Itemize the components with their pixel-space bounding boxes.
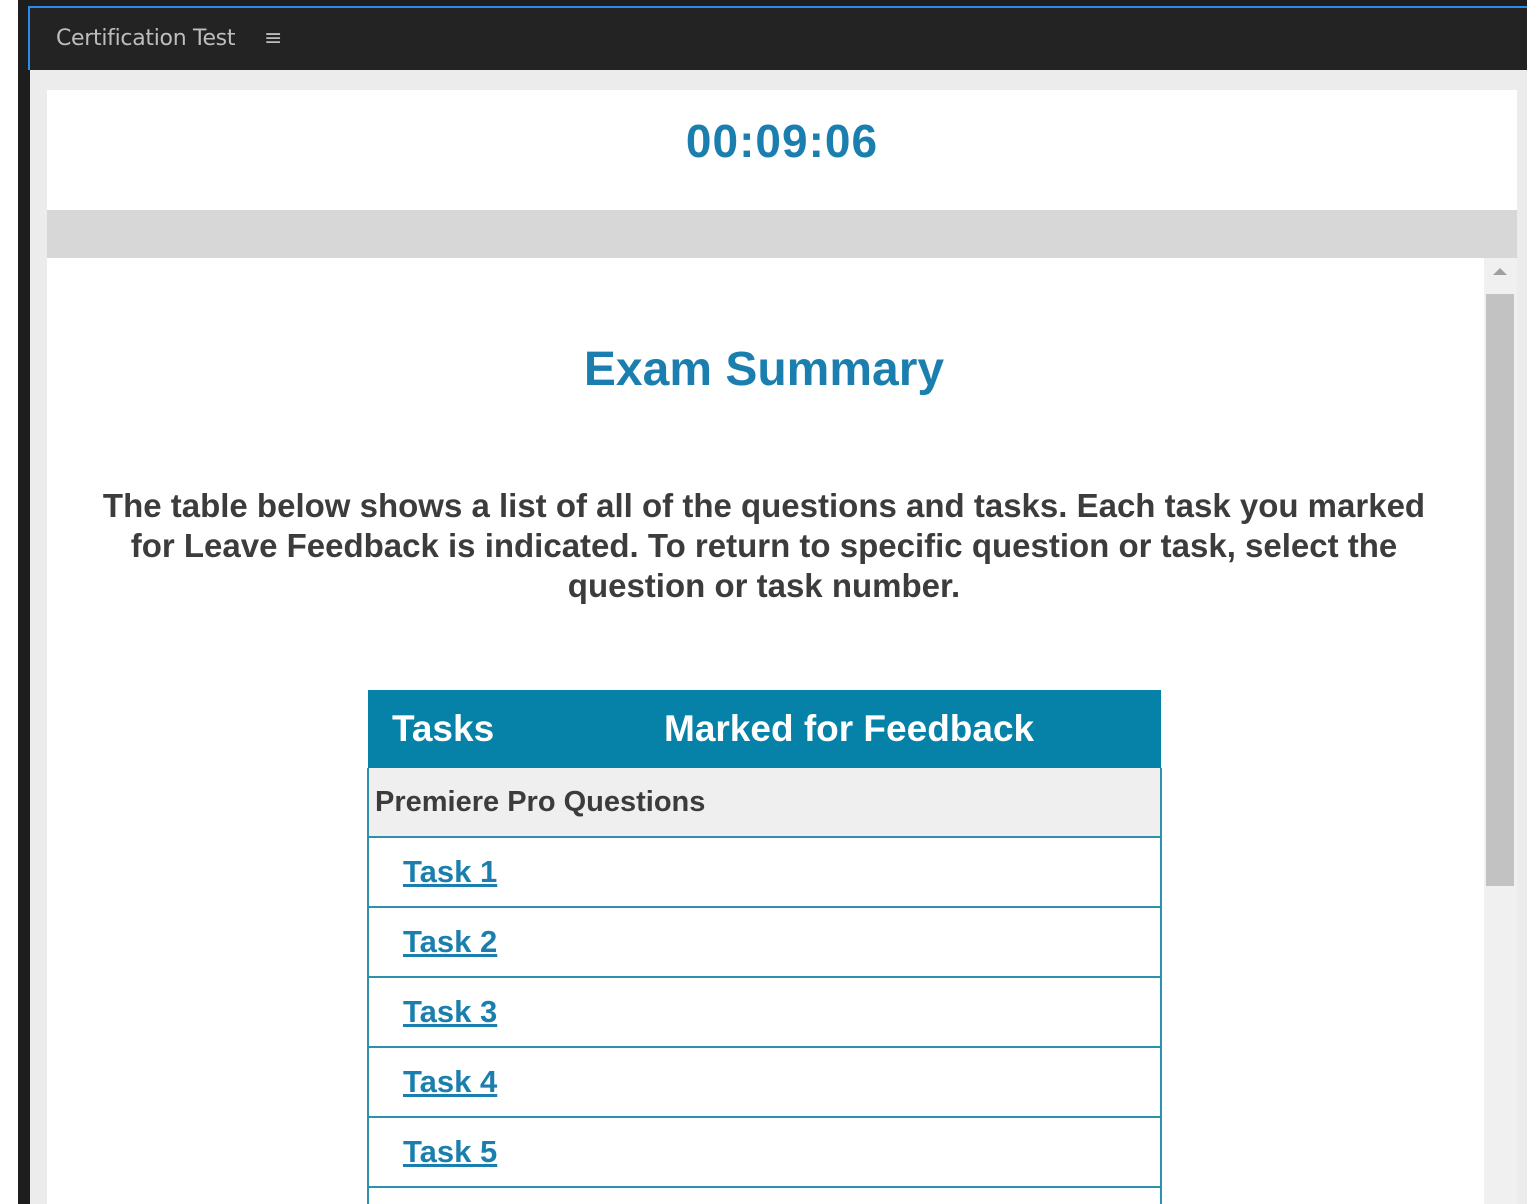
- hamburger-menu-icon[interactable]: ≡: [264, 28, 282, 50]
- scroll-up-arrow-icon[interactable]: [1493, 268, 1507, 275]
- section-label: Premiere Pro Questions: [367, 768, 1162, 838]
- certification-window: Certification Test ≡ 00:09:06 Exam Summa…: [18, 0, 1527, 1204]
- task-4-link[interactable]: Task 4: [403, 1064, 497, 1100]
- panel-titlebar: Certification Test ≡: [28, 6, 1527, 70]
- task-cell: Task 1: [367, 836, 1162, 908]
- vertical-scrollbar[interactable]: [1484, 258, 1517, 1204]
- table-row: Task 2: [367, 906, 1162, 978]
- table-row: Task 4: [367, 1046, 1162, 1118]
- tasks-table: Tasks Marked for Feedback Premiere Pro Q…: [367, 690, 1162, 1204]
- scrollbar-thumb[interactable]: [1486, 294, 1514, 886]
- task-3-link[interactable]: Task 3: [403, 994, 497, 1030]
- timer-area: 00:09:06: [47, 90, 1517, 210]
- countdown-timer: 00:09:06: [685, 115, 879, 167]
- desktop-edge: [0, 0, 18, 1204]
- task-5-link[interactable]: Task 5: [403, 1134, 497, 1170]
- column-header-tasks: Tasks: [368, 690, 664, 768]
- task-cell: Task 3: [367, 976, 1162, 1048]
- page-title: Exam Summary: [583, 343, 945, 396]
- table-row: Task 3: [367, 976, 1162, 1048]
- table-row: Task 1: [367, 836, 1162, 908]
- table-row: [367, 1186, 1162, 1204]
- task-2-link[interactable]: Task 2: [403, 924, 497, 960]
- content-frame: 00:09:06 Exam Summary The table below sh…: [30, 70, 1527, 1204]
- table-row: Task 5: [367, 1116, 1162, 1188]
- task-cell: [367, 1186, 1162, 1204]
- task-1-link[interactable]: Task 1: [403, 854, 497, 890]
- panel-title: Certification Test: [56, 26, 236, 51]
- toolbar-band: [47, 210, 1517, 258]
- instructions-text: The table below shows a list of all of t…: [102, 487, 1426, 604]
- table-header-row: Tasks Marked for Feedback: [368, 690, 1161, 768]
- column-header-marked-for-feedback: Marked for Feedback: [664, 690, 1161, 768]
- section-row: Premiere Pro Questions: [367, 768, 1162, 838]
- task-cell: Task 2: [367, 906, 1162, 978]
- task-cell: Task 4: [367, 1046, 1162, 1118]
- task-cell: Task 5: [367, 1116, 1162, 1188]
- exam-summary-pane: Exam Summary The table below shows a lis…: [47, 258, 1517, 1204]
